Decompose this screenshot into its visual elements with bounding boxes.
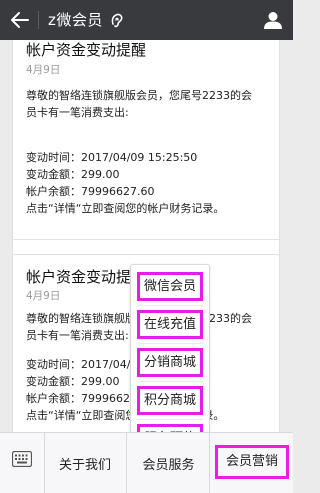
card-line: 变动金额：299.00: [26, 168, 120, 181]
card-line: 变动金额：299.00: [26, 375, 120, 388]
submenu-item-online-recharge[interactable]: 在线充值: [131, 305, 209, 343]
tab-label: 会员服务: [142, 457, 195, 473]
submenu-item-label: 在线充值: [136, 309, 203, 339]
card-date: 4月9日: [26, 64, 61, 76]
submenu-item-label: 微信会员: [136, 271, 203, 301]
profile-icon[interactable]: [262, 9, 284, 31]
card-line: 帐户余额：79996627.60: [26, 185, 155, 198]
card-title: 帐户资金变动提醒: [26, 41, 147, 59]
bottom-menu-bar: 关于我们 会员服务 会员营销: [0, 432, 293, 493]
ear-icon: [111, 13, 123, 28]
marketing-submenu: 微信会员 在线充值 分销商城 积分商城 服务预约: [130, 264, 210, 458]
keyboard-toggle[interactable]: [0, 433, 45, 493]
card-line: 员卡有一笔消费支出:: [26, 106, 129, 119]
tab-about-us[interactable]: 关于我们: [44, 433, 126, 493]
title-bar: z微会员: [0, 0, 293, 40]
card-line: 员卡有一笔消费支出:: [26, 329, 129, 342]
card-divider: [13, 239, 279, 240]
card-date: 4月9日: [26, 290, 61, 302]
back-arrow-icon[interactable]: [9, 9, 31, 31]
header-divider: [38, 11, 39, 29]
message-card[interactable]: 帐户资金变动提醒 4月9日 尊敬的智络连锁旗舰版会员，您尾号2233的会 员卡有…: [13, 40, 279, 284]
submenu-item-points-mall[interactable]: 积分商城: [131, 381, 209, 419]
tab-label: 关于我们: [58, 457, 111, 473]
tab-member-marketing[interactable]: 会员营销: [209, 433, 294, 493]
submenu-item-distribution-mall[interactable]: 分销商城: [131, 343, 209, 381]
keyboard-icon: [12, 451, 32, 467]
card-line: 尊敬的智络连锁旗舰版会员，您尾号2233的会: [26, 89, 252, 102]
submenu-item-label: 积分商城: [136, 385, 203, 415]
tab-label: 会员营销: [214, 445, 289, 479]
tab-member-service[interactable]: 会员服务: [126, 433, 210, 493]
submenu-item-label: 分销商城: [136, 347, 203, 377]
card-line: 变动时间：2017/04/09 15:25:50: [26, 151, 198, 164]
card-title: 帐户资金变动提醒: [26, 268, 147, 286]
page-title: z微会员: [48, 11, 103, 29]
submenu-item-wechat-member[interactable]: 微信会员: [131, 267, 209, 305]
card-line: 点击“详情“立即查阅您的帐户财务记录。: [26, 202, 225, 215]
